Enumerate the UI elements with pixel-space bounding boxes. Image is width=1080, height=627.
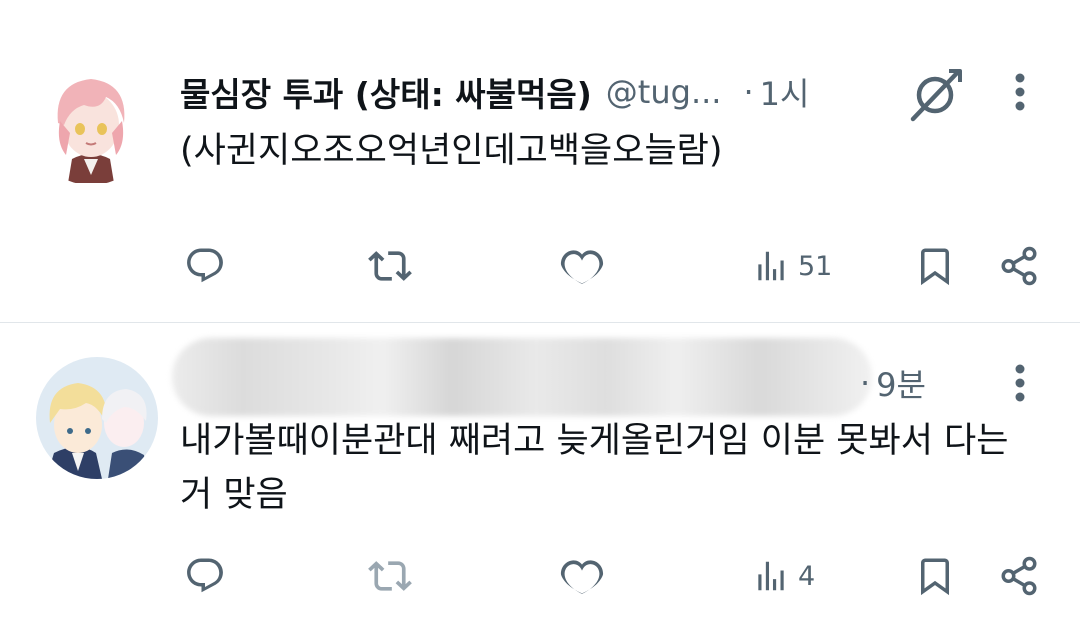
views-button[interactable]: 51 bbox=[752, 236, 832, 296]
timestamp[interactable]: 1시 bbox=[760, 69, 810, 115]
more-vertical-icon[interactable] bbox=[1000, 67, 1040, 117]
display-name[interactable]: 물심장 투과 (상태: 싸불먹음) bbox=[180, 68, 592, 116]
share-button[interactable] bbox=[998, 236, 1040, 296]
tweet-text-line: 거 맞음 bbox=[180, 475, 288, 515]
like-button[interactable] bbox=[560, 236, 604, 296]
reply-button[interactable] bbox=[184, 236, 226, 296]
bookmark-button[interactable] bbox=[914, 236, 956, 296]
share-button[interactable] bbox=[998, 546, 1040, 606]
avatar[interactable] bbox=[36, 357, 158, 479]
retweet-icon bbox=[368, 561, 412, 591]
view-count: 51 bbox=[798, 250, 833, 282]
user-handle[interactable]: @tug... bbox=[606, 73, 722, 111]
view-count: 4 bbox=[798, 560, 816, 592]
retweet-icon bbox=[368, 251, 412, 281]
views-chart-icon bbox=[758, 251, 784, 281]
more-vertical-icon[interactable] bbox=[1000, 358, 1040, 408]
views-chart-icon bbox=[758, 561, 784, 591]
views-button[interactable]: 4 bbox=[752, 546, 815, 606]
bookmark-icon bbox=[921, 248, 949, 286]
bookmark-icon bbox=[921, 558, 949, 596]
share-icon bbox=[1001, 556, 1037, 596]
separator-dot: · bbox=[743, 73, 754, 111]
tweet-text: (사귄지오조오억년인데고백을오늘람) bbox=[180, 131, 723, 171]
tweet[interactable]: 물심장 투과 (상태: 싸불먹음) @tug... · 1시 (사귄지오조오억년… bbox=[0, 0, 1080, 322]
reply-icon bbox=[187, 248, 223, 283]
reply-icon bbox=[187, 558, 223, 593]
like-button[interactable] bbox=[560, 546, 604, 606]
avatar[interactable] bbox=[30, 63, 152, 185]
retweet-button bbox=[368, 546, 412, 606]
tweet-text-line: 내가볼때이분관대 째려고 늦게올린거임 이분 못봐서 다는 bbox=[180, 421, 1009, 461]
timestamp[interactable]: 9분 bbox=[876, 360, 926, 406]
separator-dot: · bbox=[860, 364, 871, 402]
heart-icon bbox=[560, 560, 604, 594]
action-bar: 4 bbox=[0, 546, 1080, 606]
redacted-name bbox=[172, 338, 872, 416]
heart-icon bbox=[560, 250, 604, 284]
bookmark-button[interactable] bbox=[914, 546, 956, 606]
tweet-text: 내가볼때이분관대 째려고 늦게올린거임 이분 못봐서 다는 거 맞음 bbox=[180, 414, 1008, 522]
action-bar: 51 bbox=[0, 236, 1080, 296]
tweet-divider bbox=[0, 322, 1080, 323]
tweet-header: 물심장 투과 (상태: 싸불먹음) @tug... · 1시 bbox=[180, 67, 809, 117]
tweet-header: · 9분 bbox=[860, 358, 926, 408]
share-icon bbox=[1001, 246, 1037, 286]
retweet-button[interactable] bbox=[368, 236, 412, 296]
grok-icon[interactable] bbox=[905, 63, 965, 123]
reply-button[interactable] bbox=[184, 546, 226, 606]
